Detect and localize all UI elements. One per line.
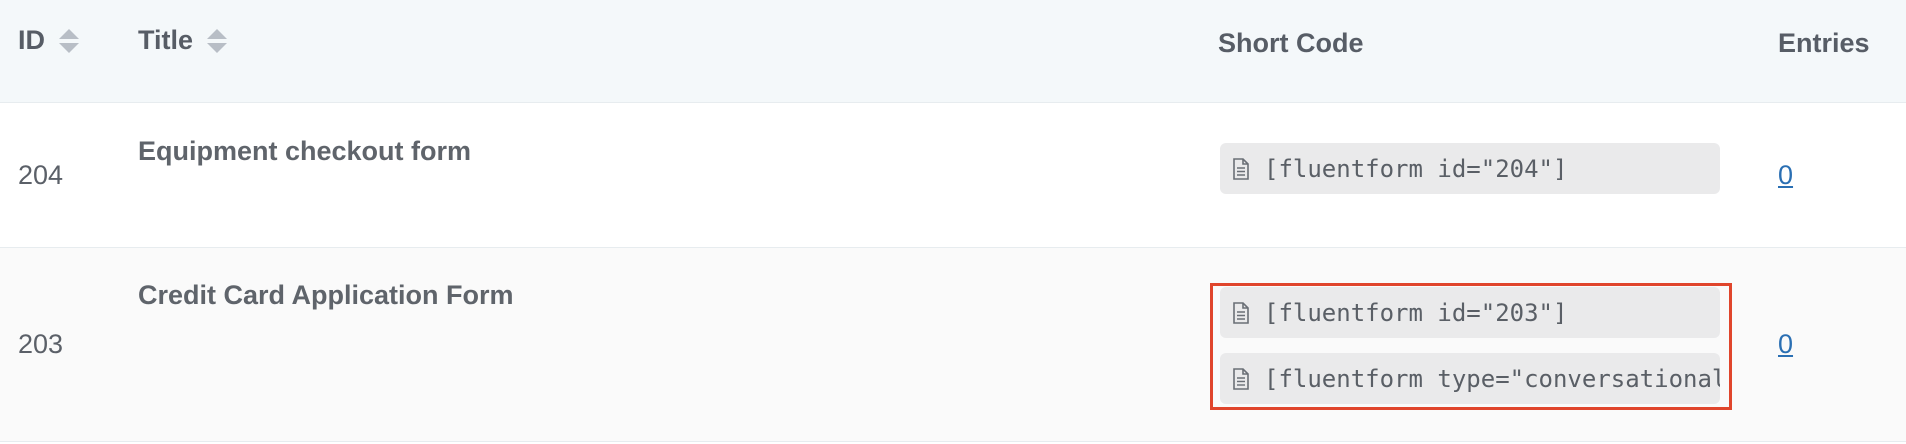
column-header-id-label: ID (18, 25, 45, 55)
form-title[interactable]: Equipment checkout form (138, 136, 471, 167)
document-icon (1233, 367, 1249, 390)
column-header-id[interactable]: ID (18, 25, 79, 56)
column-header-title-label: Title (138, 25, 194, 55)
shortcode-text: [fluentform type="conversational" (1264, 364, 1720, 393)
form-id: 203 (18, 329, 64, 359)
column-header-shortcode: Short Code (1218, 28, 1364, 59)
entries-link[interactable]: 0 (1778, 160, 1793, 191)
table-row: 203 Credit Card Application Form [fluent… (0, 248, 1906, 442)
sort-icon[interactable] (207, 27, 228, 55)
form-title[interactable]: Credit Card Application Form (138, 280, 514, 311)
sort-icon[interactable] (59, 27, 79, 55)
forms-table: ID Title Short Code Entries 204 Equipmen… (0, 0, 1906, 444)
entries-link[interactable]: 0 (1778, 329, 1793, 360)
table-header: ID Title Short Code Entries (0, 0, 1906, 103)
shortcode-text: [fluentform id="204"] (1264, 154, 1568, 183)
shortcode-copy[interactable]: [fluentform id="204"] (1220, 143, 1720, 194)
document-icon (1233, 301, 1249, 324)
document-icon (1233, 157, 1249, 180)
column-header-title[interactable]: Title (138, 25, 228, 56)
shortcode-copy[interactable]: [fluentform id="203"] (1220, 287, 1720, 338)
table-row: 204 Equipment checkout form [fluentform … (0, 103, 1906, 248)
column-header-entries-label: Entries (1778, 28, 1870, 58)
column-header-entries: Entries (1778, 28, 1870, 59)
shortcode-copy-conversational[interactable]: [fluentform type="conversational" (1220, 353, 1720, 404)
column-header-shortcode-label: Short Code (1218, 28, 1364, 58)
shortcode-text: [fluentform id="203"] (1264, 298, 1568, 327)
form-id: 204 (18, 160, 64, 190)
